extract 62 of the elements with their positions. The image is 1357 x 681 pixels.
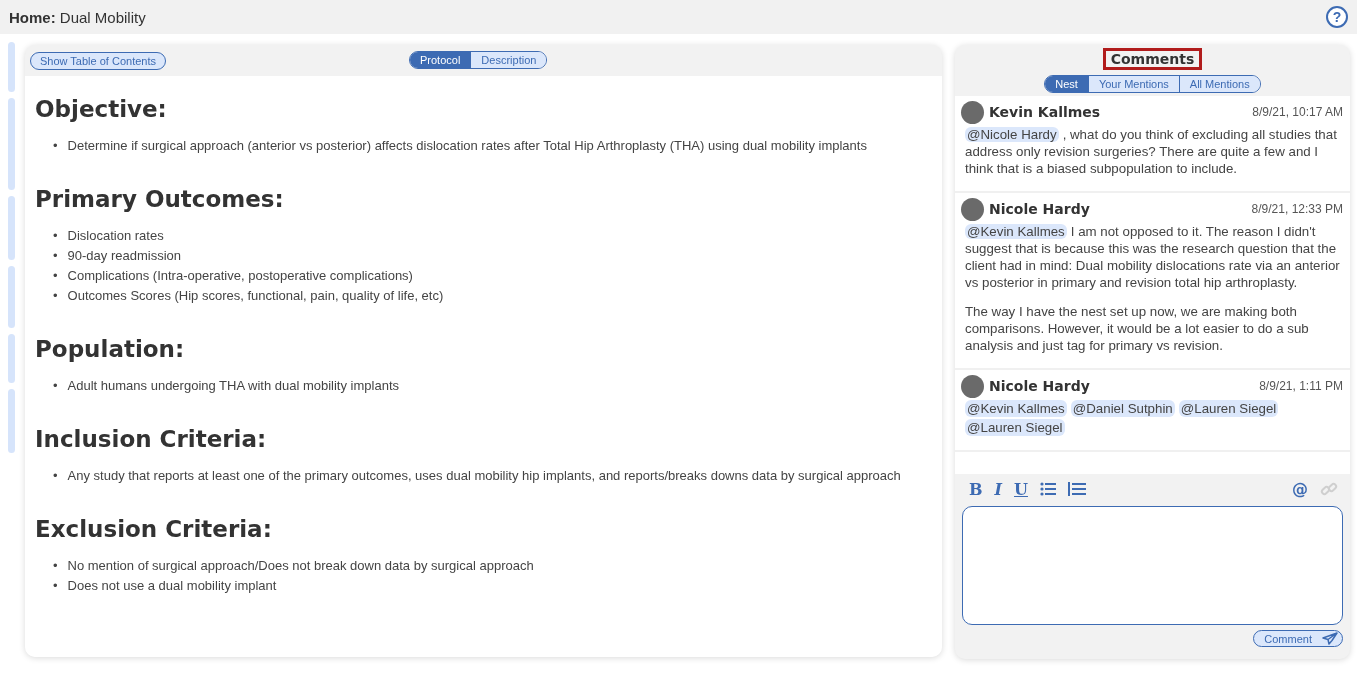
comment-filter-tab[interactable]: Nest <box>1045 76 1088 92</box>
view-tab[interactable]: Description <box>470 52 547 68</box>
mention-link[interactable]: @Lauren Siegel <box>965 419 1065 436</box>
comment-time: 8/9/21, 1:11 PM <box>1259 379 1343 393</box>
list-item: Outcomes Scores (Hip scores, functional, pain, quality of life, etc) <box>67 287 444 305</box>
mention-link[interactable]: @Nicole Hardy <box>965 127 1059 142</box>
bullet: • <box>53 557 58 575</box>
avatar <box>961 197 984 221</box>
view-tab[interactable]: Protocol <box>410 52 471 68</box>
comment-author: Nicole Hardy <box>989 378 1090 394</box>
mention-link[interactable]: @Kevin Kallmes <box>965 400 1067 417</box>
section-heading: Inclusion Criteria: <box>35 426 268 452</box>
list-item: Adult humans undergoing THA with dual mobility implants <box>67 377 399 395</box>
section-heading: Objective: <box>35 96 168 122</box>
section-marker[interactable] <box>8 266 15 328</box>
list-item: Determine if surgical approach (anterior vs posterior) affects dislocation rates after Total Hip Arthroplasty (THA) using dual mobility implants <box>67 137 867 155</box>
section-heading: Primary Outcomes: <box>35 186 285 212</box>
bullet: • <box>53 287 58 305</box>
list-item: Complications (Intra-operative, postoperative complications) <box>67 267 413 285</box>
list-item: Dislocation rates <box>67 227 164 245</box>
comment-text: @Kevin Kallmes I am not opposed to it. The reason I didn't suggest that is because this was the research question that the client had in mind: Dual mobility dislocations rate via an anterior vs posterior in primary and revision total hip arthroplasty. <box>965 223 1341 291</box>
mention-link[interactable]: @Kevin Kallmes <box>965 224 1067 239</box>
mention-link[interactable]: @Daniel Sutphin <box>1070 400 1175 417</box>
bullet: • <box>53 577 58 595</box>
bullet: • <box>53 227 58 245</box>
page-title: Home: Dual Mobility <box>9 8 146 26</box>
bullet: • <box>53 137 58 155</box>
list-item: Any study that reports at least one of the primary outcomes, uses dual mobility hip implants, and reports/breaks downs data by surgical approach <box>67 467 901 485</box>
section-marker[interactable] <box>8 42 15 92</box>
mention-link[interactable]: @Lauren Siegel <box>1178 400 1279 417</box>
section-marker[interactable] <box>8 334 15 383</box>
section-heading: Population: <box>35 336 186 362</box>
list-item: 90-day readmission <box>67 247 181 265</box>
section-marker[interactable] <box>8 389 15 453</box>
send-icon <box>1322 632 1338 645</box>
bullet: • <box>53 467 58 485</box>
comments-title: Comments <box>1102 48 1203 70</box>
numbered-list-icon <box>1067 482 1086 496</box>
comment-text: @Nicole Hardy , what do you think of excluding all studies that address only revision surgeries? There are quite a few and I think that is a biased subpopulation to include. <box>965 126 1338 177</box>
comment-filter-tab[interactable]: Your Mentions <box>1087 76 1179 92</box>
avatar <box>961 374 984 398</box>
table-of-contents-button[interactable]: Show Table of Contents <box>30 51 166 70</box>
bullet: • <box>53 247 58 265</box>
help-button[interactable]: ? <box>1326 6 1348 28</box>
section-marker[interactable] <box>8 196 15 260</box>
comment-filter-tab[interactable]: All Mentions <box>1178 76 1260 92</box>
bullet: • <box>53 377 58 395</box>
comment-button[interactable]: Comment <box>1253 630 1343 647</box>
bullet: • <box>53 267 58 285</box>
comment-author: Kevin Kallmes <box>989 104 1101 120</box>
comment-time: 8/9/21, 12:33 PM <box>1251 202 1343 216</box>
avatar <box>961 100 984 124</box>
comment-text: The way I have the nest set up now, we are making both comparisons. However, it would be a lot easier to do a sub analysis and just tag for primary vs revision. <box>965 303 1310 354</box>
comment-author: Nicole Hardy <box>989 201 1090 217</box>
comment-time: 8/9/21, 10:17 AM <box>1252 105 1343 119</box>
list-item: No mention of surgical approach/Does not break down data by surgical approach <box>67 557 534 575</box>
list-item: Does not use a dual mobility implant <box>67 577 277 595</box>
comment-input[interactable] <box>962 506 1343 625</box>
bullet-list-icon <box>1039 482 1056 496</box>
section-heading: Exclusion Criteria: <box>35 516 273 542</box>
link-icon <box>1320 480 1338 498</box>
section-marker[interactable] <box>8 98 15 190</box>
